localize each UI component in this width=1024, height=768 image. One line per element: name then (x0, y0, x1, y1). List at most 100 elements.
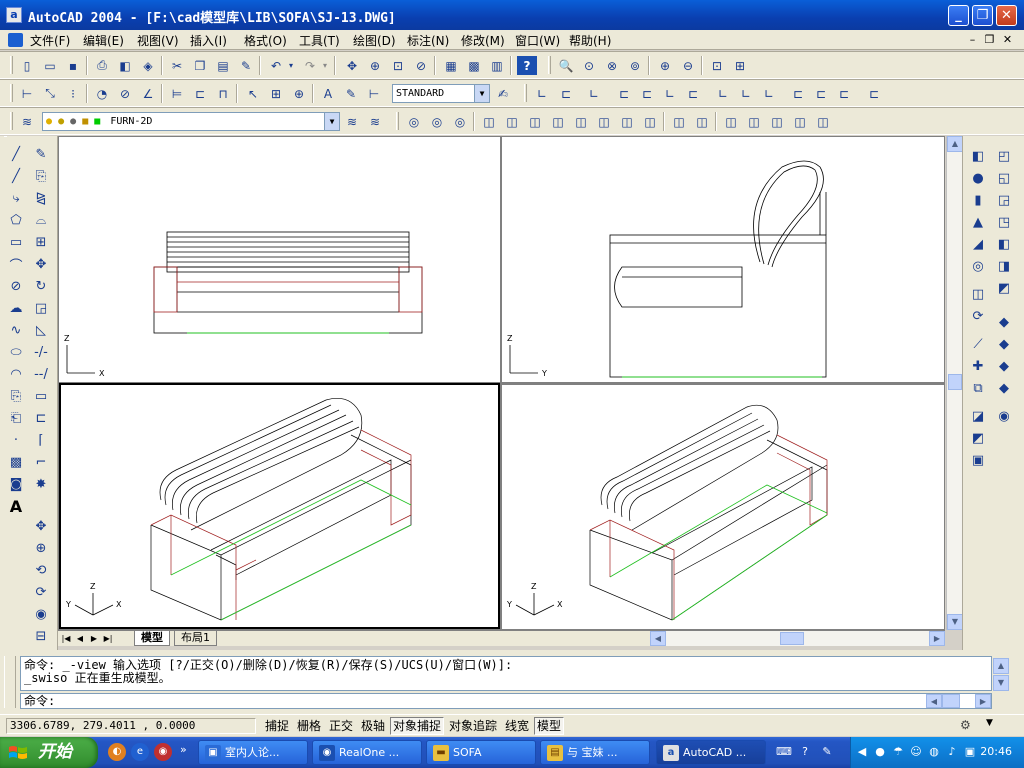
intersect-icon[interactable]: ◎ (450, 112, 470, 131)
scroll-down-icon[interactable]: ▼ (947, 614, 963, 630)
cmd-scroll-up-icon[interactable]: ▲ (993, 658, 1009, 674)
break-icon[interactable]: ⊏ (30, 408, 52, 428)
circle-icon[interactable]: ⊘ (5, 276, 27, 296)
array-icon[interactable]: ⊞ (30, 232, 52, 252)
x-ucs-icon[interactable]: ⊏ (788, 84, 808, 103)
pan-side-icon[interactable]: ✥ (30, 516, 52, 536)
task-button-4[interactable]: ▤ 与 宝妹 ... (540, 740, 650, 765)
ucs-icon[interactable]: ∟ (532, 84, 552, 103)
taper-faces-icon[interactable]: ◫ (594, 112, 614, 131)
continue-dimension-icon[interactable]: ⊓ (213, 84, 233, 103)
se-iso-view-icon[interactable]: ◆ (993, 334, 1015, 354)
move-icon[interactable]: ✥ (30, 254, 52, 274)
communication-center-icon[interactable]: ⚙ (960, 718, 978, 734)
layer-manager-icon[interactable]: ≋ (17, 112, 37, 131)
bottom-view-icon[interactable]: ◲ (993, 190, 1015, 210)
dimension-text-edit-icon[interactable]: ✎ (341, 84, 361, 103)
y-ucs-icon[interactable]: ⊏ (811, 84, 831, 103)
viewport-iso-right[interactable]: Z Y X (502, 385, 944, 629)
sphere-solid-icon[interactable]: ● (967, 168, 989, 188)
quicklaunch-ie-icon[interactable]: e (131, 743, 149, 761)
view-ucs-icon[interactable]: ⊏ (683, 84, 703, 103)
display-icon[interactable]: ▣ (963, 745, 977, 759)
document-icon[interactable] (8, 33, 23, 47)
line-icon[interactable]: ╱ (5, 144, 27, 164)
undo-dropdown-icon[interactable]: ▾ (286, 56, 296, 75)
ordinate-dimension-icon[interactable]: ⁝ (63, 84, 83, 103)
origin-ucs-icon[interactable]: ∟ (713, 84, 733, 103)
scroll-up-icon[interactable]: ▲ (947, 136, 963, 152)
revolve-icon[interactable]: ⟳ (967, 306, 989, 326)
viewport-iso-left[interactable]: Z Y X (59, 383, 500, 629)
redo-icon[interactable]: ↷ (300, 56, 320, 75)
doc-restore-button[interactable]: ❐ (982, 33, 997, 47)
insert-block-icon[interactable]: ⎘ (5, 386, 27, 406)
new-icon[interactable]: ▯ (17, 56, 37, 75)
multiline-text-icon[interactable]: A (5, 496, 27, 516)
quicklaunch-media-icon[interactable]: ◐ (108, 743, 126, 761)
layer-previous-icon[interactable]: ≋ (365, 112, 385, 131)
make-object-layer-current-icon[interactable]: ≋ (342, 112, 362, 131)
break-at-point-icon[interactable]: ▭ (30, 386, 52, 406)
zoom-realtime-icon[interactable]: ⊕ (365, 56, 385, 75)
zoom-extents-icon[interactable]: ⊞ (730, 56, 750, 75)
menu-help[interactable]: 帮助(H) (569, 32, 611, 49)
left-view-icon[interactable]: ◳ (993, 212, 1015, 232)
polyline-icon[interactable]: ⤷ (5, 188, 27, 208)
separate-icon[interactable]: ◫ (767, 112, 787, 131)
apply-ucs-icon[interactable]: ⊏ (864, 84, 884, 103)
arc-icon[interactable]: ⌒ (5, 254, 27, 274)
antivirus-icon[interactable]: ◍ (927, 745, 941, 759)
stretch-icon[interactable]: ◺ (30, 320, 52, 340)
toolbar-grip[interactable] (10, 112, 13, 130)
aligned-dimension-icon[interactable]: ⤡ (40, 84, 60, 103)
cmd-hscroll-thumb[interactable] (942, 694, 960, 708)
union-icon[interactable]: ◎ (404, 112, 424, 131)
dimension-update-icon[interactable]: ⊢ (364, 84, 384, 103)
dimension-style-select[interactable]: STANDARD ▼ (392, 84, 490, 103)
chevron-down-icon[interactable]: ▼ (474, 85, 489, 102)
design-center-icon[interactable]: ▩ (464, 56, 484, 75)
setup-profile-icon[interactable]: ▣ (967, 450, 989, 470)
delete-faces-icon[interactable]: ◫ (548, 112, 568, 131)
task-button-5[interactable]: a AutoCAD ... (656, 740, 766, 765)
angular-dimension-icon[interactable]: ∠ (138, 84, 158, 103)
coordinate-readout[interactable]: 3306.6789, 279.4011 , 0.0000 (6, 718, 256, 734)
toolbar-grip[interactable] (396, 112, 399, 130)
vertical-scrollbar[interactable]: ▲ ▼ (946, 136, 963, 630)
rotate-faces-icon[interactable]: ◫ (571, 112, 591, 131)
ne-iso-view-icon[interactable]: ◆ (993, 356, 1015, 376)
ortho-toggle[interactable]: 正交 (326, 717, 357, 735)
otrack-toggle[interactable]: 对象追踪 (446, 717, 501, 735)
properties-icon[interactable]: ▦ (441, 56, 461, 75)
next-tab-icon[interactable]: ▶ (88, 632, 100, 645)
setup-drawing-icon[interactable]: ◪ (967, 406, 989, 426)
menu-insert[interactable]: 插入(I) (190, 32, 227, 49)
ellipse-icon[interactable]: ⬭ (5, 342, 27, 362)
center-mark-icon[interactable]: ⊕ (289, 84, 309, 103)
move-faces-icon[interactable]: ◫ (502, 112, 522, 131)
autocad-app-icon[interactable]: a (6, 7, 22, 23)
chevron-down-icon[interactable]: ▼ (324, 113, 339, 130)
make-block-icon[interactable]: ⎗ (5, 408, 27, 428)
zoom-window-2-icon[interactable]: 🔍 (556, 56, 576, 75)
task-button-2[interactable]: ◉ RealOne ... (312, 740, 422, 765)
rectangle-icon[interactable]: ▭ (5, 232, 27, 252)
toolbar-grip[interactable] (524, 84, 527, 102)
start-button[interactable]: 开始 (0, 737, 98, 768)
match-properties-icon[interactable]: ✎ (236, 56, 256, 75)
zoom-scale-icon[interactable]: ⊗ (602, 56, 622, 75)
first-tab-icon[interactable]: |◀ (60, 632, 72, 645)
zoom-dynamic-icon[interactable]: ⊙ (579, 56, 599, 75)
quicklaunch-player-icon[interactable]: ◉ (154, 743, 172, 761)
toolbar-grip[interactable] (10, 84, 13, 102)
minimize-button[interactable]: _ (948, 5, 969, 26)
zoom-previous-icon[interactable]: ⊘ (411, 56, 431, 75)
copy-faces-icon[interactable]: ◫ (617, 112, 637, 131)
top-view-icon[interactable]: ◱ (993, 168, 1015, 188)
toolbar-grip[interactable] (10, 56, 13, 74)
cmd-scroll-right-icon[interactable]: ▶ (975, 694, 991, 708)
doc-close-button[interactable]: ✕ (1000, 33, 1015, 47)
right-view-icon[interactable]: ◧ (993, 234, 1015, 254)
copy-icon[interactable]: ❐ (190, 56, 210, 75)
